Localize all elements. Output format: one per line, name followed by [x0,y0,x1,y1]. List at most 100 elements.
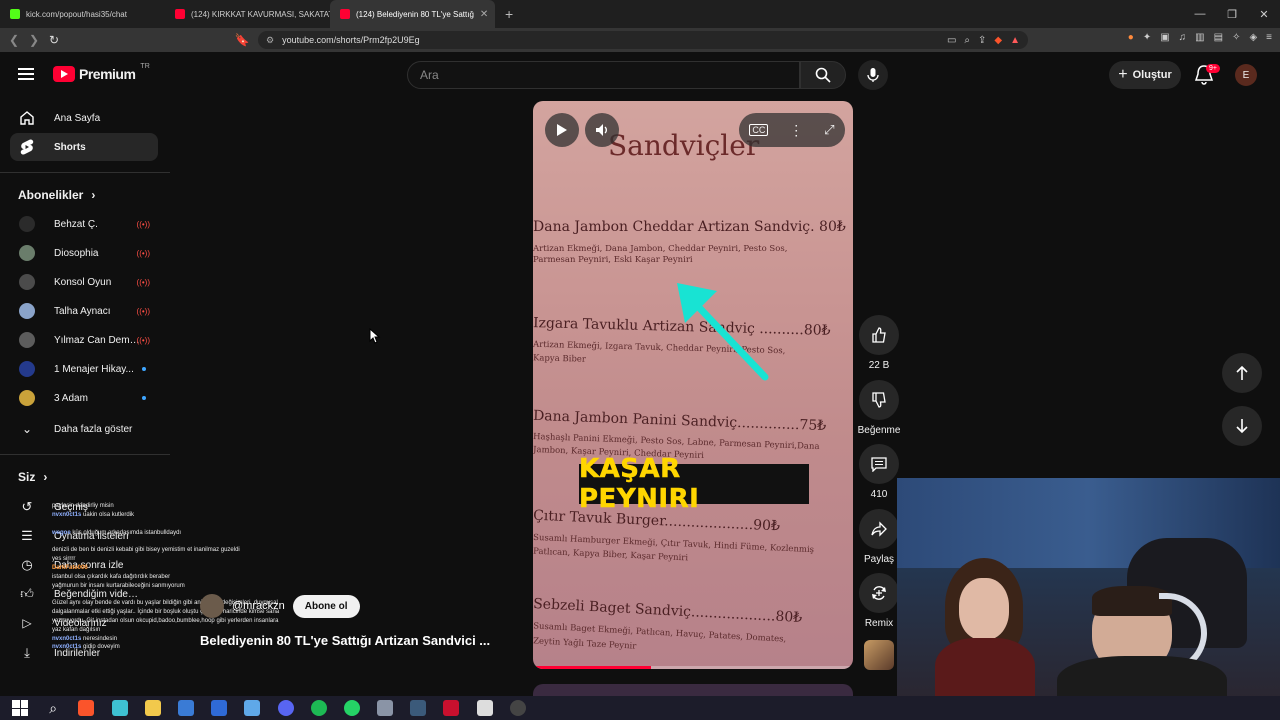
play-button[interactable] [545,113,579,147]
hamburger-menu-icon[interactable] [18,68,34,80]
chat-text: küs olduğum arkadaşımda istanbulldaydı [72,529,182,536]
short-title[interactable]: Belediyenin 80 TL'ye Sattığı Artizan San… [200,633,490,648]
site-info-icon[interactable]: ⚙ [266,35,274,46]
music-icon[interactable]: ♫ [1179,32,1187,43]
back-icon[interactable]: ❮ [4,33,24,47]
search-input[interactable]: Ara [407,61,800,89]
sidebar-item-shorts[interactable]: Shorts [10,133,158,161]
window-controls: — ❐ ✕ [1184,0,1280,28]
app-settings-icon[interactable] [244,700,261,716]
subscribe-button[interactable]: Abone ol [292,594,360,618]
edge-icon[interactable] [111,700,128,716]
new-tab-button[interactable]: + [495,6,523,22]
subscription-item[interactable]: Konsol Oyun ((•)) [10,268,158,296]
close-window-icon[interactable]: ✕ [1248,8,1280,21]
fullscreen-icon[interactable]: ⤢ [824,122,834,138]
extension-icon[interactable]: ● [1128,32,1134,43]
subscription-item[interactable]: Talha Aynacı ((•)) [10,297,158,325]
sidebar-toggle-icon[interactable]: ▥ [1195,32,1204,43]
youtube-header: Premium TR Ara + Oluştur 9+ E [0,52,1280,98]
subscription-name: Konsol Oyun [54,276,112,288]
account-avatar[interactable]: E [1235,64,1257,86]
discord-icon[interactable] [277,700,294,716]
chat-username[interactable]: nvxn0ct1s [52,636,81,642]
obs-icon[interactable] [509,700,526,716]
app-red-icon[interactable] [443,700,460,716]
channel-avatar [19,216,35,232]
minimize-icon[interactable]: — [1184,8,1216,20]
subscription-name: Behzat Ç. [54,218,98,230]
show-more-button[interactable]: ⌄ Daha fazla göster [10,415,158,443]
sound-thumbnail[interactable] [858,640,900,670]
subscription-item[interactable]: 1 Menajer Hikay... [10,355,158,383]
url-field[interactable]: ⚙ youtube.com/shorts/Prm2fp2U9Eg ▭ ⌕ ⇪ ◆… [258,31,1028,49]
volume-button[interactable] [585,113,619,147]
voice-search-button[interactable] [858,60,888,90]
sidebar-item-home[interactable]: Ana Sayfa [10,104,158,132]
dislike-action[interactable]: Beğenme [858,380,900,436]
chevron-down-icon: ⌄ [21,422,33,436]
browser-tab-active[interactable]: (124) Belediyenin 80 TL'ye Sattığ ✕ [330,0,495,28]
tab-search-icon[interactable]: ▭ [947,35,956,46]
windows-icon[interactable] [12,700,28,716]
comments-action[interactable]: 410 [858,444,900,500]
cyan-arrow-annotation-icon [677,283,769,381]
brave-shield-icon[interactable]: ◆ [994,35,1002,46]
share-icon[interactable]: ⇪ [978,35,986,46]
spotify-icon[interactable] [310,700,327,716]
vpn-icon[interactable]: ◈ [1249,32,1257,43]
forward-icon[interactable]: ❯ [24,33,44,47]
previous-short-button[interactable] [1222,353,1262,393]
more-options-icon[interactable]: ⋮ [789,122,803,139]
live-indicator-icon: ((•)) [136,306,150,316]
screenshot-icon[interactable]: ▣ [1160,32,1169,43]
browser-tab[interactable]: (124) KIRKKAT KAVURMASI, SAKATAT [165,0,330,28]
store-icon[interactable] [177,700,194,716]
wallet-icon[interactable]: ▤ [1214,32,1223,43]
video-progress-bar[interactable] [533,666,853,669]
like-action[interactable]: 22 B [858,315,900,371]
brave-icon[interactable] [78,700,95,716]
browser-tab[interactable]: kick.com/popout/hasi35/chat [0,0,165,28]
puzzle-icon[interactable]: ✦ [1143,32,1151,43]
bookmark-icon[interactable]: 🔖 [232,33,252,47]
you-header[interactable]: Siz › [18,470,47,484]
webcam-overlay [897,478,1280,700]
subscription-item[interactable]: 3 Adam [10,384,158,412]
channel-avatar[interactable] [200,594,224,618]
remix-action[interactable]: Remix [858,573,900,629]
shorts-video-player[interactable]: Sandviçler Dana Jambon Cheddar Artizan S… [533,101,853,669]
close-tab-icon[interactable]: ✕ [480,9,488,20]
search-button[interactable] [800,61,846,89]
audio-source-thumbnail [864,640,894,670]
channel-name[interactable]: @mrackzn [232,600,285,612]
app-grey-icon[interactable] [377,700,394,716]
zoom-icon[interactable]: ⌕ [964,35,970,46]
taskbar-search-icon[interactable]: ⌕ [45,700,61,716]
rewards-icon[interactable]: ▲ [1010,35,1020,46]
subscription-item[interactable]: Yılmaz Can Demi... ((•)) [10,326,158,354]
explorer-icon[interactable] [144,700,161,716]
subscriptions-header[interactable]: Abonelikler › [18,188,95,202]
next-short-button[interactable] [1222,406,1262,446]
live-indicator-icon: ((•)) [136,219,150,229]
subscription-item[interactable]: Behzat Ç. ((•)) [10,210,158,238]
chat-username[interactable]: nvxn0ct1s [52,512,81,518]
chat-username[interactable]: nvxn0ct1s [52,644,81,650]
steam-icon[interactable] [410,700,427,716]
subscription-item[interactable]: Diosophia ((•)) [10,239,158,267]
app-blue-icon[interactable] [211,700,228,716]
chat-username[interactable]: wegoe [52,530,71,536]
maximize-icon[interactable]: ❐ [1216,8,1248,21]
youtube-play-logo-icon [53,66,75,82]
reload-icon[interactable]: ↻ [44,33,64,47]
youtube-premium-logo[interactable]: Premium TR [53,63,150,82]
chat-username[interactable]: DarkFate006 [52,565,88,571]
captions-icon[interactable]: CC [749,124,769,136]
share-action[interactable]: Paylaş [858,509,900,565]
create-button[interactable]: + Oluştur [1109,61,1181,89]
leo-icon[interactable]: ✧ [1232,32,1240,43]
browser-menu-icon[interactable]: ≡ [1266,32,1272,43]
app-white-icon[interactable] [476,700,493,716]
whatsapp-icon[interactable] [343,700,360,716]
